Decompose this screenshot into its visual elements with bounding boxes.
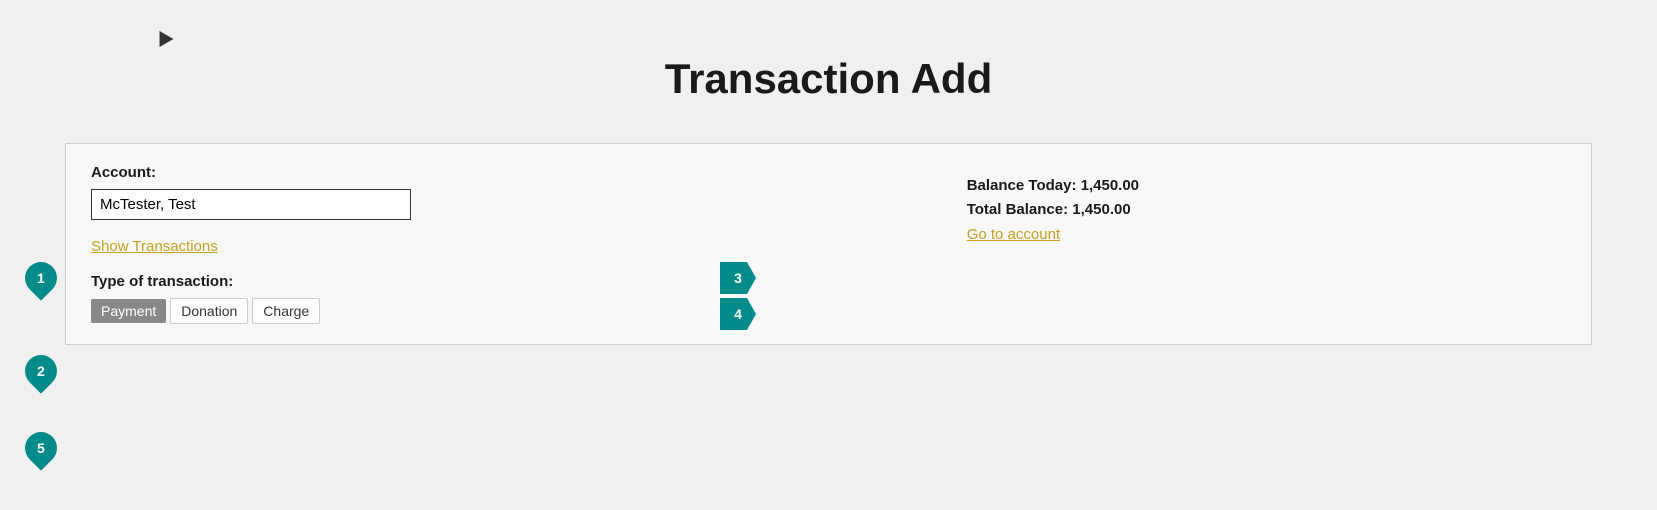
balance-today-row: Balance Today: 1,450.00 <box>967 174 1497 198</box>
form-right: Balance Today: 1,450.00 Total Balance: 1… <box>907 164 1497 244</box>
badge-5-label: 5 <box>37 440 45 456</box>
donation-button[interactable]: Donation <box>170 298 248 324</box>
charge-button[interactable]: Charge <box>252 298 320 324</box>
balance-today-value: 1,450.00 <box>1081 177 1139 194</box>
account-input[interactable] <box>91 189 411 220</box>
show-transactions-link[interactable]: Show Transactions <box>91 238 218 255</box>
badge-4-label: 4 <box>734 306 742 322</box>
page-title-section: Transaction Add <box>0 0 1657 143</box>
payment-button[interactable]: Payment <box>91 299 166 323</box>
badge-1-label: 1 <box>37 270 45 286</box>
page-title: Transaction Add <box>0 55 1657 103</box>
step-badge-2: 2 <box>18 348 63 393</box>
type-of-transaction-label: Type of transaction: <box>91 273 902 290</box>
balance-today-label: Balance Today: <box>967 177 1077 194</box>
go-to-account-link[interactable]: Go to account <box>967 226 1060 243</box>
badge-2-label: 2 <box>37 363 45 379</box>
form-left: Account: Show Transactions Type of trans… <box>91 164 902 324</box>
account-label: Account: <box>91 164 902 181</box>
total-balance-value: 1,450.00 <box>1072 201 1130 218</box>
transaction-type-buttons: Payment Donation Charge <box>91 298 902 324</box>
form-container: Account: Show Transactions Type of trans… <box>65 143 1592 345</box>
badge-3-label: 3 <box>734 270 742 286</box>
total-balance-row: Total Balance: 1,450.00 <box>967 198 1497 222</box>
step-badge-5: 5 <box>18 425 63 470</box>
step-badge-1: 1 <box>18 255 63 300</box>
total-balance-label: Total Balance: <box>967 201 1068 218</box>
